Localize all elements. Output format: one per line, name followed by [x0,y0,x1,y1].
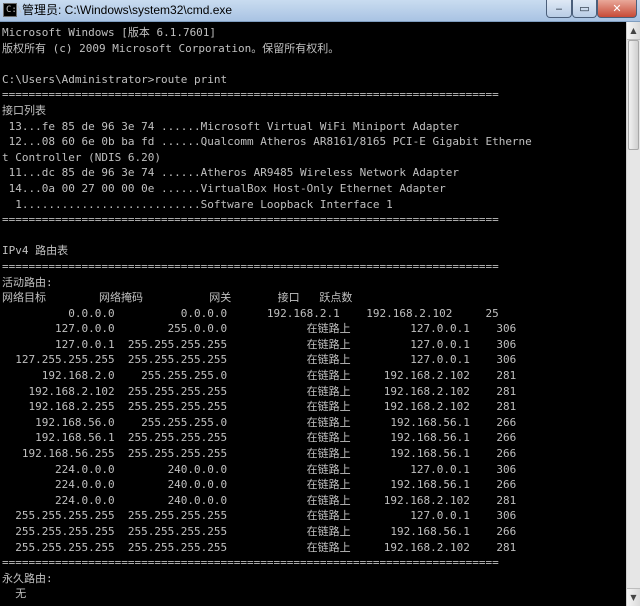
close-icon: ✕ [612,2,622,15]
maximize-button[interactable]: ▭ [572,0,597,18]
console-line: 版权所有 (c) 2009 Microsoft Corporation。保留所有… [2,41,340,55]
console-line: 网络目标 网络掩码 网关 接口 跃点数 [2,291,353,305]
console-line: 永久路由: [2,571,53,585]
console-line: 127.0.0.0 255.0.0.0 在链路上 127.0.0.1 306 [2,322,517,336]
console-line: 无 [2,587,27,601]
minimize-button[interactable]: ‒ [546,0,572,18]
console-line: 13...fe 85 de 96 3e 74 ......Microsoft V… [2,119,459,133]
console-line: ========================================… [2,556,499,570]
console-line: 192.168.56.0 255.255.255.0 在链路上 192.168.… [2,415,517,429]
console-line: 活动路由: [2,275,53,289]
console-line: 127.0.0.1 255.255.255.255 在链路上 127.0.0.1… [2,337,517,351]
console-line: ========================================… [2,259,499,273]
console-line: t Controller (NDIS 6.20) [2,150,161,164]
console-line: 224.0.0.0 240.0.0.0 在链路上 192.168.2.102 2… [2,493,517,507]
cmd-app-icon[interactable]: C:\ [3,3,22,17]
scroll-down-button[interactable]: ▼ [627,588,640,606]
console-line: 224.0.0.0 240.0.0.0 在链路上 127.0.0.1 306 [2,462,517,476]
console-line: 255.255.255.255 255.255.255.255 在链路上 192… [2,540,517,554]
console-line: 接口列表 [2,103,46,117]
cmd-window: C:\ 管理员: C:\Windows\system32\cmd.exe ‒ ▭… [0,0,640,606]
console-line: 192.168.2.102 255.255.255.255 在链路上 192.1… [2,384,517,398]
console-line: IPv4 路由表 [2,244,69,258]
console-line: 255.255.255.255 255.255.255.255 在链路上 192… [2,525,517,538]
console-line: 12...08 60 6e 0b ba fd ......Qualcomm At… [2,135,532,149]
scroll-thumb[interactable] [628,40,639,150]
console-line: 192.168.56.255 255.255.255.255 在链路上 192.… [2,447,517,461]
console-line: 192.168.2.255 255.255.255.255 在链路上 192.1… [2,400,517,414]
cmd-app-icon-label: C:\ [6,5,23,15]
vertical-scrollbar[interactable]: ▲ ▼ [626,22,640,606]
console-line: C:\Users\Administrator>route print [2,72,228,86]
console-output-area[interactable]: Microsoft Windows [版本 6.1.7601] 版权所有 (c) … [0,22,626,606]
console-line: 255.255.255.255 255.255.255.255 在链路上 127… [2,509,517,523]
window-title: 管理员: C:\Windows\system32\cmd.exe [22,3,233,17]
console-line: 1...........................Software Loo… [2,197,393,211]
console-line: 0.0.0.0 0.0.0.0 192.168.2.1 192.168.2.10… [2,306,499,320]
close-button[interactable]: ✕ [597,0,637,18]
minimize-icon: ‒ [555,2,563,15]
console-line: Microsoft Windows [版本 6.1.7601] [2,26,217,39]
arrow-up-icon: ▲ [630,26,637,35]
console-line: ========================================… [2,213,499,227]
console-line: 192.168.2.0 255.255.255.0 在链路上 192.168.2… [2,369,517,383]
console-line: 11...dc 85 de 96 3e 74 ......Atheros AR9… [2,166,459,180]
title-bar[interactable]: C:\ 管理员: C:\Windows\system32\cmd.exe ‒ ▭… [0,0,640,22]
console-text: Microsoft Windows [版本 6.1.7601] 版权所有 (c) … [2,25,532,602]
console-line: 14...0a 00 27 00 00 0e ......VirtualBox … [2,181,446,195]
arrow-down-icon: ▼ [630,593,637,602]
console-line: 224.0.0.0 240.0.0.0 在链路上 192.168.56.1 26… [2,478,517,492]
console-line: 127.255.255.255 255.255.255.255 在链路上 127… [2,353,517,367]
scroll-up-button[interactable]: ▲ [627,22,640,40]
maximize-icon: ▭ [579,2,590,15]
console-line: 192.168.56.1 255.255.255.255 在链路上 192.16… [2,431,517,445]
console-line: ========================================… [2,88,499,102]
